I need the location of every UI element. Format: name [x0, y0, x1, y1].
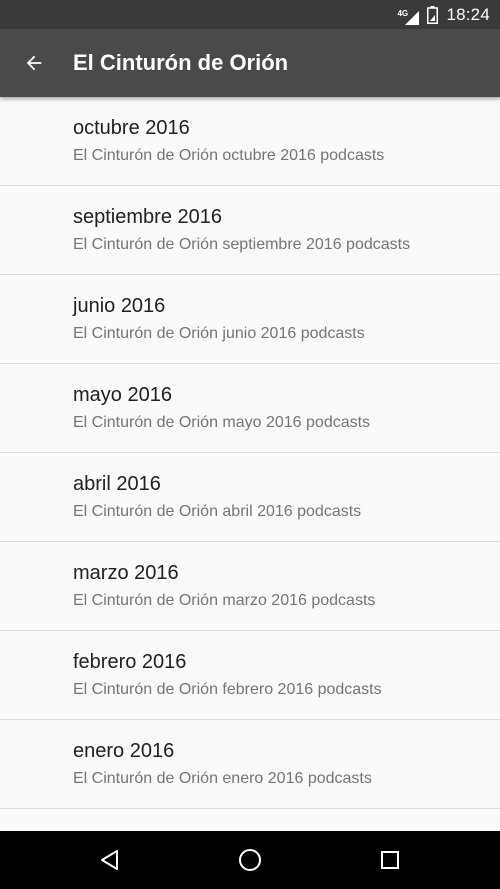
clock: 18:24 [446, 4, 490, 24]
list-item[interactable]: enero 2016 El Cinturón de Orión enero 20… [0, 720, 500, 809]
list-item-subtitle: El Cinturón de Orión marzo 2016 podcasts [73, 592, 376, 609]
list-item[interactable]: junio 2016 El Cinturón de Orión junio 20… [0, 275, 500, 364]
list-item-title: septiembre 2016 [73, 206, 222, 228]
list-item-title: octubre 2016 [73, 117, 190, 139]
nav-home-button[interactable] [230, 840, 270, 880]
list-item-subtitle: El Cinturón de Orión septiembre 2016 pod… [73, 236, 411, 253]
list-item[interactable]: mayo 2016 El Cinturón de Orión mayo 2016… [0, 364, 500, 453]
nav-home-icon [239, 849, 261, 871]
list-item-title: febrero 2016 [73, 651, 187, 673]
status-bar: 4G 18:24 [0, 0, 500, 29]
list-item-subtitle: El Cinturón de Orión enero 2016 podcasts [73, 770, 372, 787]
list-item-subtitle: El Cinturón de Orión mayo 2016 podcasts [73, 414, 371, 431]
list-item-title: marzo 2016 [73, 562, 179, 584]
nav-recents-button[interactable] [370, 840, 410, 880]
list-item-subtitle: El Cinturón de Orión febrero 2016 podcas… [73, 681, 382, 698]
list-item[interactable]: abril 2016 El Cinturón de Orión abril 20… [0, 453, 500, 542]
screen: 4G 18:24 El Cinturón de Orión octubre 20… [0, 0, 500, 889]
nav-back-button[interactable] [90, 840, 130, 880]
nav-recents-icon [381, 851, 399, 869]
list-item-title: abril 2016 [73, 473, 161, 495]
system-nav-bar [0, 831, 500, 889]
list-item-subtitle: El Cinturón de Orión junio 2016 podcasts [73, 325, 365, 342]
back-button[interactable] [14, 43, 54, 83]
status-icons: 4G 18:24 [397, 0, 490, 29]
list-item[interactable]: octubre 2016 El Cinturón de Orión octubr… [0, 97, 500, 186]
list-item-title: junio 2016 [73, 295, 166, 317]
list-item-title: enero 2016 [73, 740, 175, 762]
app-bar: El Cinturón de Orión [0, 29, 500, 97]
page-title: El Cinturón de Orión [73, 50, 289, 75]
list-item[interactable]: septiembre 2016 El Cinturón de Orión sep… [0, 186, 500, 275]
battery-icon [427, 5, 439, 24]
list-item-title: mayo 2016 [73, 384, 172, 406]
cell-signal-icon: 4G [397, 5, 420, 25]
month-list: octubre 2016 El Cinturón de Orión octubr… [0, 97, 500, 831]
nav-back-icon [101, 850, 118, 870]
list-item-subtitle: El Cinturón de Orión abril 2016 podcasts [73, 503, 362, 520]
arrow-back-icon [26, 55, 42, 71]
list-item-subtitle: El Cinturón de Orión octubre 2016 podcas… [73, 147, 385, 164]
list-item[interactable]: marzo 2016 El Cinturón de Orión marzo 20… [0, 542, 500, 631]
list-item[interactable]: febrero 2016 El Cinturón de Orión febrer… [0, 631, 500, 720]
